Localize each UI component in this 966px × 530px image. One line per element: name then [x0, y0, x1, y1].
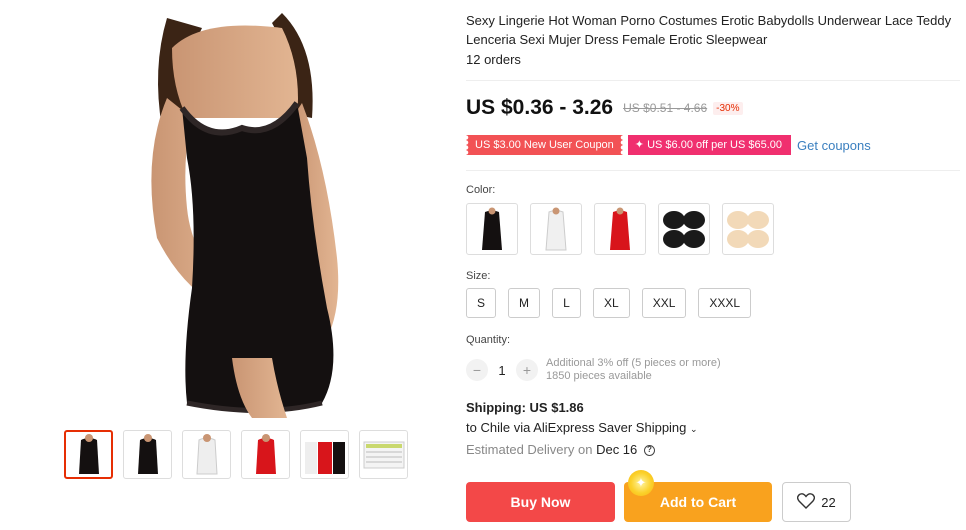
color-swatch-white[interactable] [530, 203, 582, 255]
shipping-destination-label: to Chile via AliExpress Saver Shipping [466, 420, 687, 435]
price-row: US $0.36 - 3.26 US $0.51 - 4.66 -30% [466, 96, 743, 120]
quantity-plus-button[interactable]: + [516, 359, 538, 381]
size-options: S M L XL XXL XXXL [466, 288, 752, 318]
main-product-image[interactable] [112, 8, 368, 418]
wishlist-button[interactable]: 22 [782, 482, 851, 522]
thumbnail-4[interactable] [241, 430, 290, 479]
quantity-info: Additional 3% off (5 pieces or more) 185… [546, 357, 721, 383]
divider [466, 80, 960, 81]
bulk-discount-note: Additional 3% off (5 pieces or more) [546, 357, 721, 369]
discount-badge: -30% [713, 101, 743, 115]
shipping-destination[interactable]: to Chile via AliExpress Saver Shipping ⌄ [466, 420, 698, 435]
size-option[interactable]: S [466, 288, 497, 318]
shipping-cost: Shipping: US $1.86 [466, 400, 584, 415]
quantity-minus-button[interactable]: − [466, 359, 488, 381]
size-option[interactable]: L [552, 288, 582, 318]
size-label: Size: [466, 270, 491, 282]
coupon-row: US $3.00 New User Coupon ✦ US $6.00 off … [466, 135, 871, 155]
size-option[interactable]: XL [593, 288, 630, 318]
new-user-coupon[interactable]: US $3.00 New User Coupon [466, 135, 623, 155]
divider [466, 170, 960, 171]
thumbnail-strip [64, 430, 408, 479]
store-coupon-label: US $6.00 off per US $65.00 [647, 139, 783, 151]
help-icon[interactable]: ? [643, 445, 655, 457]
order-count: 12 orders [466, 52, 521, 67]
store-coupon[interactable]: ✦ US $6.00 off per US $65.00 [627, 135, 792, 155]
delivery-date: Dec 16 [596, 442, 638, 457]
quantity-value[interactable]: 1 [488, 363, 516, 378]
coupon-diamond-icon: ✦ [634, 139, 648, 151]
original-price: US $0.51 - 4.66 [623, 101, 708, 115]
stock-available: 1850 pieces available [546, 370, 652, 382]
size-option[interactable]: M [508, 288, 541, 318]
thumbnail-6[interactable] [359, 430, 408, 479]
quantity-label: Quantity: [466, 334, 511, 346]
thumbnail-2[interactable] [123, 430, 172, 479]
size-option[interactable]: XXXL [698, 288, 752, 318]
thumbnail-3[interactable] [182, 430, 231, 479]
get-coupons-link[interactable]: Get coupons [797, 138, 871, 153]
product-photo [151, 13, 339, 418]
quantity-stepper: − 1 + Additional 3% off (5 pieces or mor… [466, 357, 721, 383]
color-swatch-nude-pads[interactable] [722, 203, 774, 255]
delivery-label: Estimated Delivery on [466, 442, 593, 457]
thumbnail-5[interactable] [300, 430, 349, 479]
sparkle-icon: ✦ [628, 470, 654, 496]
chevron-down-icon: ⌄ [690, 424, 698, 434]
heart-icon [797, 492, 816, 512]
size-option[interactable]: XXL [641, 288, 687, 318]
color-swatch-black[interactable] [466, 203, 518, 255]
color-swatch-red[interactable] [594, 203, 646, 255]
estimated-delivery: Estimated Delivery on Dec 16 ? [466, 442, 655, 457]
price: US $0.36 - 3.26 [466, 96, 614, 119]
thumbnail-1[interactable] [64, 430, 113, 479]
color-options [466, 203, 774, 255]
product-title: Sexy Lingerie Hot Woman Porno Costumes E… [466, 13, 952, 47]
color-label: Color: [466, 184, 496, 196]
buy-now-button[interactable]: Buy Now [466, 482, 615, 522]
wishlist-count: 22 [821, 494, 836, 510]
color-swatch-black-pads[interactable] [658, 203, 710, 255]
